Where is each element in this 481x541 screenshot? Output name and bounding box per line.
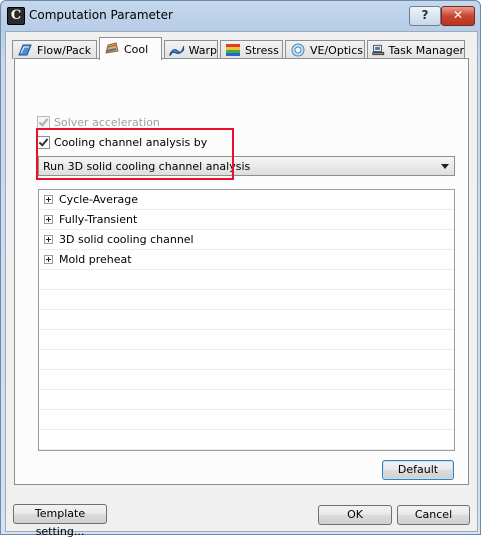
- tree-item-3d-solid-cooling-channel[interactable]: 3D solid cooling channel: [39, 230, 454, 250]
- tree-item-mold-preheat[interactable]: Mold preheat: [39, 250, 454, 270]
- cooling-channel-label[interactable]: Cooling channel analysis by: [54, 136, 207, 149]
- solver-acceleration-label: Solver acceleration: [54, 116, 160, 129]
- task-manager-icon: [372, 44, 385, 56]
- tree-item-cycle-average[interactable]: Cycle-Average: [39, 190, 454, 210]
- tree-item-label: Cycle-Average: [59, 193, 138, 206]
- tree-empty-row: [39, 270, 454, 290]
- expand-icon[interactable]: [44, 235, 53, 244]
- tab-cool[interactable]: Cool: [99, 37, 162, 60]
- tab-flow-pack[interactable]: Flow/Pack: [12, 40, 97, 59]
- tab-warp[interactable]: Warp: [164, 40, 218, 59]
- tree-empty-row: [39, 430, 454, 450]
- window-title: Computation Parameter: [29, 8, 173, 22]
- tab-label: Task Manager: [388, 43, 464, 57]
- tree-empty-row: [39, 310, 454, 330]
- chevron-down-icon[interactable]: [441, 164, 449, 169]
- stress-icon: [226, 44, 240, 56]
- template-setting-button[interactable]: Template setting...: [13, 504, 107, 538]
- tree-empty-row: [39, 290, 454, 310]
- cooling-settings-tree: Cycle-Average Fully-Transient 3D solid c…: [38, 189, 455, 451]
- cool-icon: [105, 42, 119, 54]
- cooling-channel-checkbox[interactable]: [37, 136, 50, 149]
- tree-empty-row: [39, 370, 454, 390]
- tree-item-fully-transient[interactable]: Fully-Transient: [39, 210, 454, 230]
- solver-acceleration-option: Solver acceleration: [37, 116, 160, 129]
- tab-label: Stress: [245, 43, 279, 57]
- tab-ve-optics[interactable]: VE/Optics: [285, 40, 365, 59]
- tree-item-label: 3D solid cooling channel: [59, 233, 194, 246]
- cancel-button[interactable]: Cancel: [397, 505, 470, 525]
- tab-label: Cool: [124, 42, 149, 56]
- tree-empty-row: [39, 410, 454, 430]
- tab-label: VE/Optics: [310, 43, 363, 57]
- analysis-method-dropdown[interactable]: Run 3D solid cooling channel analysis: [38, 156, 455, 176]
- tree-empty-row: [39, 390, 454, 410]
- tree-item-label: Fully-Transient: [59, 213, 138, 226]
- close-button[interactable]: ✕: [441, 6, 475, 26]
- tree-item-label: Mold preheat: [59, 253, 132, 266]
- dialog-client: Flow/Pack Cool Warp Stress VE/Optics Tas…: [5, 31, 478, 538]
- flow-pack-icon: [18, 44, 32, 56]
- tab-label: Warp: [188, 43, 217, 57]
- tree-empty-row: [39, 330, 454, 350]
- cooling-channel-option[interactable]: Cooling channel analysis by: [37, 136, 207, 149]
- expand-icon[interactable]: [44, 255, 53, 264]
- title-bar[interactable]: C Computation Parameter ? ✕: [1, 1, 480, 31]
- ok-button[interactable]: OK: [318, 505, 392, 525]
- solver-acceleration-checkbox: [37, 116, 50, 129]
- ve-optics-icon: [291, 43, 305, 57]
- default-button[interactable]: Default: [382, 460, 454, 480]
- app-icon: C: [7, 7, 25, 25]
- tab-task-manager[interactable]: Task Manager: [367, 40, 465, 59]
- warp-icon: [169, 45, 185, 57]
- tab-label: Flow/Pack: [37, 43, 92, 57]
- help-button[interactable]: ?: [409, 6, 441, 26]
- tab-stress[interactable]: Stress: [220, 40, 283, 59]
- expand-icon[interactable]: [44, 195, 53, 204]
- expand-icon[interactable]: [44, 215, 53, 224]
- tree-empty-row: [39, 350, 454, 370]
- analysis-method-value: Run 3D solid cooling channel analysis: [43, 159, 251, 173]
- dialog-window: C Computation Parameter ? ✕ Flow/Pack Co…: [0, 0, 481, 538]
- cool-tab-panel: Solver acceleration Cooling channel anal…: [14, 58, 469, 485]
